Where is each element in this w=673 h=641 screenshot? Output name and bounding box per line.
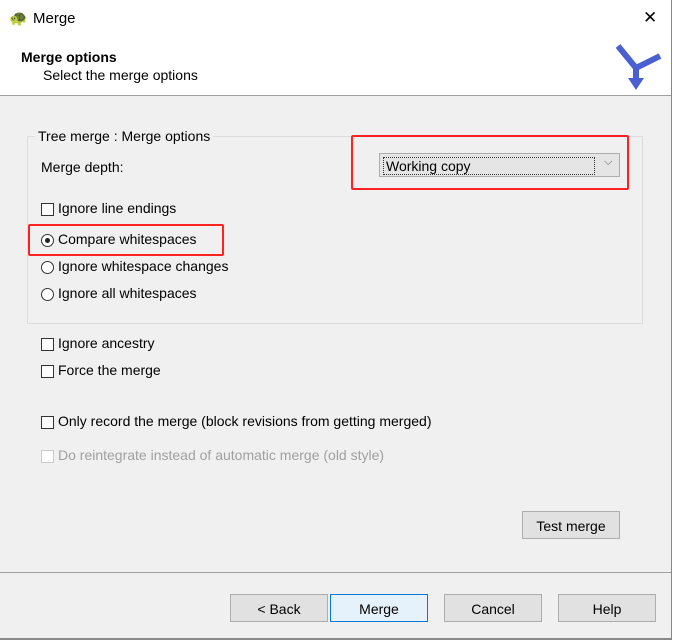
close-icon[interactable]: ✕ [643,8,657,28]
only-record-label: Only record the merge (block revisions f… [58,413,432,429]
footer-divider [0,572,671,573]
ignore-all-whitespaces-radio[interactable] [41,288,54,301]
reintegrate-checkbox[interactable] [41,450,54,463]
merge-arrow-icon [615,44,662,90]
page-subtitle: Select the merge options [43,67,198,83]
help-button[interactable]: Help [558,594,656,622]
only-record-checkbox[interactable] [41,416,54,429]
tortoise-icon: 🐢 [9,10,28,27]
title-bar: 🐢 Merge ✕ [0,0,671,38]
merge-depth-label: Merge depth: [41,159,124,175]
ignore-ancestry-checkbox[interactable] [41,338,54,351]
merge-button[interactable]: Merge [330,594,428,622]
page-title: Merge options [21,49,117,65]
ignore-all-whitespaces-label: Ignore all whitespaces [58,285,197,301]
test-merge-button[interactable]: Test merge [522,511,620,539]
reintegrate-label: Do reintegrate instead of automatic merg… [58,447,385,463]
cancel-button[interactable]: Cancel [444,594,542,622]
ignore-line-endings-checkbox[interactable] [41,203,54,216]
wizard-header: Merge options Select the merge options [0,38,671,96]
highlight-box [28,224,224,256]
highlight-box [351,135,629,190]
ignore-whitespace-changes-radio[interactable] [41,261,54,274]
force-merge-checkbox[interactable] [41,365,54,378]
back-button[interactable]: < Back [230,594,328,622]
ignore-whitespace-changes-label: Ignore whitespace changes [58,258,229,274]
ignore-ancestry-label: Ignore ancestry [58,335,155,351]
ignore-line-endings-label: Ignore line endings [58,200,177,216]
window-title: Merge [33,10,76,27]
force-merge-label: Force the merge [58,362,161,378]
merge-dialog: 🐢 Merge ✕ Merge options Select the merge… [0,0,672,640]
group-legend: Tree merge : Merge options [35,128,214,144]
